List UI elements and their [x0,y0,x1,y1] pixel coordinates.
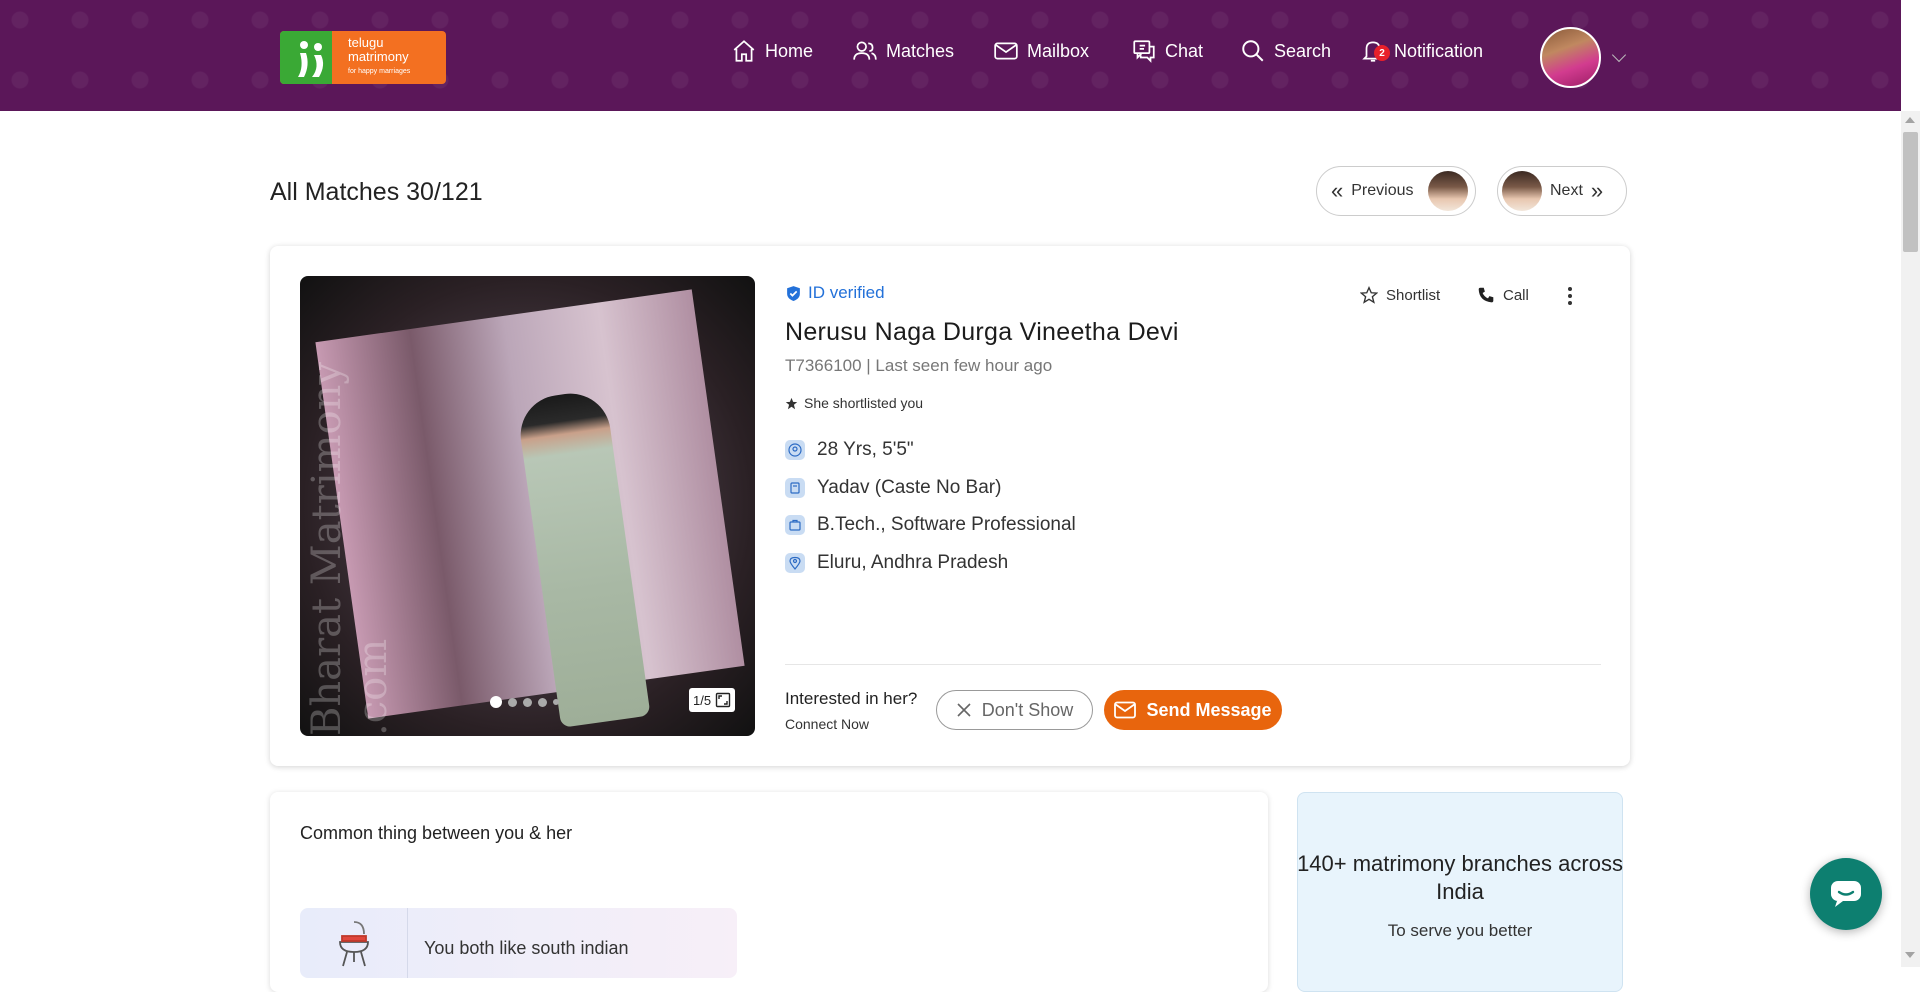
common-like-text: You both like south indian [424,938,629,958]
chat-widget-button[interactable] [1810,858,1882,930]
profile-name: Nerusu Naga Durga Vineetha Devi [785,318,1179,346]
shortlisted-you-text: She shortlisted you [804,395,924,411]
scroll-down-arrow-icon[interactable] [1905,952,1915,958]
nav-home[interactable]: Home [731,36,813,66]
briefcase-icon [785,515,805,535]
common-like-item: You both like south indian [300,908,737,978]
home-icon [733,40,755,62]
connect-now-text: Connect Now [785,716,870,732]
carousel-dot[interactable] [538,697,547,707]
detail-caste: Yadav (Caste No Bar) [785,477,1001,499]
phone-icon [1478,287,1494,303]
more-vertical-icon [1568,287,1572,305]
branches-subtitle: To serve you better [1387,921,1533,940]
users-icon [853,41,877,60]
next-profile-thumbnail [1502,171,1542,211]
mail-icon [994,42,1018,60]
photo-person [515,388,651,728]
common-things-title: Common thing between you & her [300,823,573,843]
send-message-button[interactable]: Send Message [1104,690,1282,730]
chat-icon [1133,40,1155,63]
close-icon [957,703,971,717]
notification-icon-wrap: 2 [1360,38,1390,64]
location-pin-icon [785,553,805,573]
search-icon [1242,40,1264,62]
logo-couple-icon [298,41,324,77]
send-message-label: Send Message [1146,699,1272,720]
detail-education-job: B.Tech., Software Professional [785,514,1076,536]
dont-show-label: Don't Show [981,699,1074,720]
nav-matches[interactable]: Matches [852,36,954,66]
carousel-dot-active[interactable] [490,696,502,708]
carousel-dot[interactable] [523,697,532,707]
scroll-up-arrow-icon[interactable] [1905,117,1915,123]
notification-badge: 2 [1374,45,1390,61]
detail-age-height-text: 28 Yrs, 5'5" [817,439,914,460]
call-label: Call [1503,286,1529,304]
nav-matches-label: Matches [886,40,955,61]
carousel-dot[interactable] [508,697,517,707]
next-profile-button[interactable]: Next » [1497,166,1627,216]
double-chevron-left-icon: « [1331,178,1344,203]
photo-watermark: Bharat Matrimony .com [304,362,396,736]
card-divider [785,664,1601,665]
nav-chat-label: Chat [1165,40,1204,61]
profile-id-last-seen: T7366100 | Last seen few hour ago [785,356,1053,375]
next-label: Next [1550,182,1583,199]
star-filled-icon [785,397,798,409]
id-verified-label: ID verified [808,283,885,302]
detail-caste-text: Yadav (Caste No Bar) [817,477,1002,498]
detail-location: Eluru, Andhra Pradesh [785,552,1008,574]
user-avatar[interactable] [1540,27,1601,88]
shortlist-button[interactable]: Shortlist [1360,286,1440,304]
logo-text-telugu: telugu [348,35,384,50]
star-outline-icon [1360,286,1378,304]
dont-show-button[interactable]: Don't Show [936,690,1093,730]
barbecue-icon-box [300,908,408,978]
call-button[interactable]: Call [1477,286,1529,304]
verified-shield-icon [787,285,800,301]
photo-counter-text: 1/5 [693,692,712,708]
mail-icon [1114,701,1137,719]
shortlisted-you-note: She shortlisted you [785,395,923,411]
carousel-dot[interactable] [553,699,559,705]
more-options-button[interactable] [1566,286,1574,306]
logo-tagline: for happy marriages [348,68,411,75]
person-circle-icon [785,440,805,460]
gallery-expand-icon [715,692,731,708]
detail-education-job-text: B.Tech., Software Professional [817,514,1076,535]
chat-bubble-icon [1831,881,1861,907]
nav-mailbox[interactable]: Mailbox [993,36,1089,66]
interested-question: Interested in her? [785,689,918,708]
previous-label: Previous [1351,182,1414,199]
previous-profile-thumbnail [1427,171,1468,211]
scroll-thumb[interactable] [1903,132,1918,252]
nav-search-label: Search [1274,40,1332,61]
nav-home-label: Home [765,40,814,61]
photo-counter[interactable]: 1/5 [689,688,736,712]
barbecue-grill-icon [338,921,369,967]
shortlist-label: Shortlist [1386,286,1441,304]
detail-location-text: Eluru, Andhra Pradesh [817,552,1009,573]
detail-age-height: 28 Yrs, 5'5" [785,439,914,461]
branches-title: 140+ matrimony branches across India [1297,851,1623,904]
double-chevron-right-icon: » [1590,178,1604,203]
id-verified-badge: ID verified [785,283,885,303]
book-icon [785,478,805,498]
nav-mailbox-label: Mailbox [1027,40,1090,61]
nav-notification-label: Notification [1394,40,1484,61]
telugu-matrimony-logo[interactable]: telugu matrimony for happy marriages [280,31,446,84]
page-title: All Matches 30/121 [270,178,483,206]
nav-notification[interactable]: 2 Notification [1360,36,1483,66]
previous-profile-button[interactable]: « Previous [1316,166,1476,216]
nav-search[interactable]: Search [1240,36,1331,66]
profile-photo[interactable]: Bharat Matrimony .com [300,276,755,736]
nav-chat[interactable]: Chat [1131,36,1203,66]
photo-carousel-dots[interactable] [490,696,559,708]
logo-text-matrimony: matrimony [348,49,409,64]
